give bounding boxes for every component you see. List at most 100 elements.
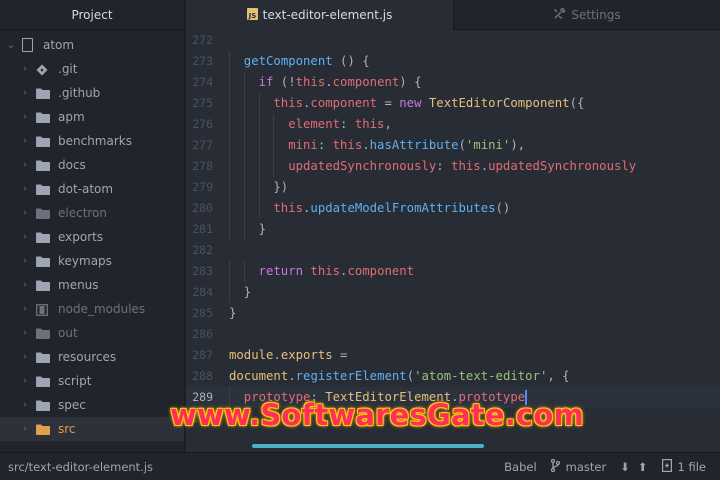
code-token: :: [436, 159, 452, 173]
line-number: 281: [192, 222, 213, 236]
status-file-path[interactable]: src/text-editor-element.js: [0, 460, 504, 474]
code-line[interactable]: 286: [186, 324, 720, 345]
tree-item[interactable]: › keymaps: [0, 249, 184, 273]
chevron-right-icon: ›: [23, 184, 27, 194]
code-text: }): [273, 177, 288, 198]
status-branch[interactable]: master: [550, 458, 606, 475]
chevron-right-icon: ›: [23, 160, 27, 170]
tree-item[interactable]: › .github: [0, 81, 184, 105]
code-line[interactable]: 284}: [186, 282, 720, 303]
diff-file-icon: [661, 458, 672, 475]
line-number: 282: [192, 243, 213, 257]
folder-icon: [36, 328, 50, 339]
code-line[interactable]: 283 return this.component: [186, 261, 720, 282]
indent-guide: [258, 156, 260, 177]
code-token: (: [458, 138, 466, 152]
chevron-right-icon: ›: [23, 112, 27, 122]
code-text: this.updateModelFromAttributes(): [273, 198, 510, 219]
package-icon: [36, 303, 50, 316]
status-bar: src/text-editor-element.js Babel master …: [0, 452, 720, 480]
code-line[interactable]: 285}: [186, 303, 720, 324]
code-line[interactable]: 273 getComponent () {: [186, 51, 720, 72]
tree-item[interactable]: › spec: [0, 393, 184, 417]
code-line[interactable]: 282: [186, 240, 720, 261]
code-text: document.registerElement('atom-text-edit…: [229, 366, 570, 387]
tree-item[interactable]: › resources: [0, 345, 184, 369]
status-changes[interactable]: 1 file: [661, 458, 706, 475]
code-token: element: [288, 117, 341, 131]
code-token: .: [480, 159, 489, 173]
code-line[interactable]: 275 this.component = new TextEditorCompon…: [186, 93, 720, 114]
folder-open-icon: [36, 424, 50, 435]
tree-item[interactable]: › .git: [0, 57, 184, 81]
line-number: 276: [192, 117, 213, 131]
tree-item[interactable]: › menus: [0, 273, 184, 297]
indent-guide: [273, 156, 275, 177]
folder-icon: [36, 112, 50, 123]
code-token: return: [258, 264, 304, 278]
chevron-right-icon: ›: [23, 280, 27, 290]
code-token: =: [332, 348, 348, 362]
code-token: if: [258, 75, 274, 89]
line-number: 279: [192, 180, 213, 194]
code-line[interactable]: 279}): [186, 177, 720, 198]
code-token: registerElement: [295, 369, 407, 383]
tree-item[interactable]: › dot-atom: [0, 177, 184, 201]
folder-icon: [36, 184, 50, 195]
tab-label: Settings: [571, 8, 621, 22]
tree-item[interactable]: › benchmarks: [0, 129, 184, 153]
folder-icon: [36, 160, 50, 171]
code-line[interactable]: 278 updatedSynchronously: this.updatedSyn…: [186, 156, 720, 177]
chevron-right-icon: ›: [23, 304, 27, 314]
tree-view-title[interactable]: Project: [0, 0, 184, 30]
code-text: }: [259, 219, 266, 240]
code-line[interactable]: 274 if (!this.component) {: [186, 72, 720, 93]
code-token: ),: [510, 138, 526, 152]
line-number: 286: [192, 327, 213, 341]
chevron-right-icon: ›: [23, 400, 27, 410]
code-token: (: [406, 369, 415, 383]
code-token: .: [273, 348, 281, 362]
line-number: 275: [192, 96, 213, 110]
tree-item[interactable]: › exports: [0, 225, 184, 249]
tree-item[interactable]: › apm: [0, 105, 184, 129]
code-line[interactable]: 276 element: this,: [186, 114, 720, 135]
code-token: hasAttribute: [369, 138, 459, 152]
line-number: 278: [192, 159, 213, 173]
folder-icon: [36, 352, 50, 363]
code-token: component: [310, 96, 378, 110]
status-fetch[interactable]: ⬇ ⬆: [620, 460, 647, 474]
code-line[interactable]: 277 mini: this.hasAttribute('mini'),: [186, 135, 720, 156]
code-token: }: [258, 222, 266, 236]
tree-item[interactable]: › docs: [0, 153, 184, 177]
code-line[interactable]: 280 this.updateModelFromAttributes(): [186, 198, 720, 219]
tree-item[interactable]: › script: [0, 369, 184, 393]
tree-item[interactable]: › electron: [0, 201, 184, 225]
tab-editor-file[interactable]: JS text-editor-element.js: [186, 0, 454, 30]
code-line[interactable]: 287 module.exports =: [186, 345, 720, 366]
code-token: updatedSynchronously: [488, 159, 637, 173]
status-grammar[interactable]: Babel: [504, 460, 537, 474]
git-branch-icon: [550, 458, 560, 475]
code-line[interactable]: 288 document.registerElement('atom-text-e…: [186, 366, 720, 387]
js-file-icon: JS: [246, 7, 258, 23]
indent-guide: [229, 198, 230, 219]
tree-item[interactable]: › node_modules: [0, 297, 184, 321]
chevron-right-icon: ›: [23, 232, 27, 242]
text-editor[interactable]: 272 273 getComponent () {274 if (!this.comp…: [186, 30, 720, 452]
code-token: this: [451, 159, 481, 173]
chevron-right-icon: ›: [23, 208, 27, 218]
code-token: component: [347, 264, 415, 278]
tree-root-atom[interactable]: ⌄ atom: [0, 33, 184, 57]
indent-guide: [229, 93, 230, 114]
folder-icon: [36, 88, 50, 99]
code-token: module: [229, 348, 274, 362]
tab-settings[interactable]: Settings: [454, 0, 720, 30]
code-line[interactable]: 281}: [186, 219, 720, 240]
repo-icon: [22, 38, 33, 52]
tree-item-label: .git: [58, 62, 78, 76]
tree-item[interactable]: › out: [0, 321, 184, 345]
code-line[interactable]: 272: [186, 30, 720, 51]
indent-guide: [229, 177, 230, 198]
tree-item[interactable]: › src: [0, 417, 184, 441]
